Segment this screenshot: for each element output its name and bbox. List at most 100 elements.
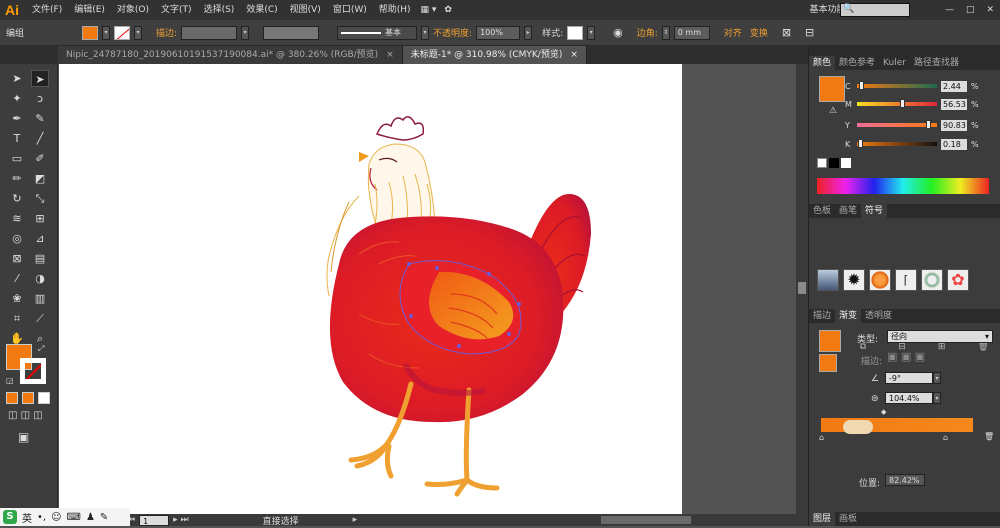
tab-artboards[interactable]: 画板 <box>835 512 861 526</box>
eraser-icon[interactable]: ◩ <box>31 170 49 187</box>
cyan-slider[interactable]: C 2.44 % <box>845 80 995 92</box>
corner-field[interactable]: 0 mm <box>673 25 710 40</box>
opacity-label[interactable]: 不透明度: <box>433 26 472 39</box>
gradient-preview-swatch[interactable] <box>819 354 837 372</box>
bottom-bar[interactable]: ⏮ 1 ▸ ⏭ 直接选择 ▸ <box>59 514 808 527</box>
tab-gradient[interactable]: 渐变 <box>835 309 862 323</box>
maximize-button[interactable]: □ <box>960 0 981 20</box>
gradient-midpoint-icon[interactable]: ◆ <box>881 408 886 416</box>
status-arrow-icon[interactable]: ▸ <box>353 515 358 525</box>
symbol-flower[interactable]: ✿ <box>947 269 969 291</box>
artboard-tool-icon[interactable]: ⌗ <box>8 310 26 327</box>
swap-colors-icon[interactable]: ⤢ <box>38 344 44 354</box>
position-field[interactable]: 82.42% <box>885 474 925 486</box>
stroke-label[interactable]: 描边: <box>156 26 177 39</box>
horizontal-scroll-thumb[interactable] <box>601 516 692 524</box>
variable-width-field[interactable] <box>263 25 320 40</box>
tab-kuler[interactable]: Kuler <box>879 56 910 70</box>
tab-layers[interactable]: 图层 <box>809 512 836 526</box>
slice-tool-icon[interactable]: ⟋ <box>31 310 49 327</box>
shape-builder-icon[interactable]: ◎ <box>8 230 26 247</box>
tab-transparency[interactable]: 透明度 <box>861 309 896 323</box>
menu-type[interactable]: 文字(T) <box>155 0 198 20</box>
none-mode-button[interactable] <box>38 392 50 404</box>
tab-document-2[interactable]: 未标题-1* @ 310.98% (CMYK/预览) × <box>402 46 587 64</box>
out-of-gamut-icon[interactable]: ⚠ <box>829 106 837 116</box>
angle-field[interactable]: -9° <box>885 372 933 384</box>
color-spectrum[interactable] <box>817 178 989 194</box>
paintbrush-icon[interactable]: ✐ <box>31 150 49 167</box>
symbol-orange-circle[interactable] <box>869 269 891 291</box>
cyan-slider-handle[interactable] <box>859 81 865 90</box>
symbol-splat[interactable]: ✹ <box>843 269 865 291</box>
fill-dropdown[interactable]: ▾ <box>102 25 110 40</box>
punctuation-icon[interactable]: •, <box>37 512 46 523</box>
tools-icon[interactable]: ✎ <box>100 512 108 523</box>
tab-document-1[interactable]: Nipic_24787180_20190610191537190084.ai* … <box>58 46 403 64</box>
pencil-icon[interactable]: ✏ <box>8 170 26 187</box>
lasso-icon[interactable]: ↄ <box>31 90 49 107</box>
gradient-stop-right[interactable]: ⌂ <box>943 433 948 442</box>
gradient-type-select[interactable]: 径向 ▾ <box>887 330 993 343</box>
bridge-icon[interactable]: ▦ ▾ <box>417 0 441 20</box>
vertical-scrollbar[interactable] <box>796 64 808 514</box>
stroke-swatch[interactable] <box>114 25 130 40</box>
blend-icon[interactable]: ◑ <box>31 270 49 287</box>
stroke-weight-dropdown[interactable]: ▾ <box>241 25 250 40</box>
line-tool-icon[interactable]: ╱ <box>31 130 49 147</box>
screen-mode-icon[interactable]: ▣ <box>18 430 29 444</box>
magenta-slider-handle[interactable] <box>900 99 906 108</box>
gradient-fill-swatch[interactable] <box>819 330 841 352</box>
selection-tool-icon[interactable]: ➤ <box>8 70 26 87</box>
menu-effect[interactable]: 效果(C) <box>240 0 283 20</box>
ime-lang[interactable]: 英 <box>22 510 32 525</box>
tab-stroke[interactable]: 描边 <box>809 309 835 323</box>
symbol-ring[interactable] <box>921 269 943 291</box>
corner-label[interactable]: 边角: <box>637 26 658 39</box>
opacity-field[interactable]: 100% <box>476 25 521 40</box>
black-slider-handle[interactable] <box>857 139 863 148</box>
tab-pathfinder[interactable]: 路径查找器 <box>910 56 963 70</box>
black-value[interactable]: 0.18 <box>941 138 967 150</box>
close-tab-icon[interactable]: × <box>570 46 578 64</box>
ime-logo[interactable]: S <box>3 510 17 524</box>
menu-select[interactable]: 选择(S) <box>198 0 241 20</box>
stroke-dropdown[interactable]: ▾ <box>134 25 142 40</box>
direct-selection-tool-icon[interactable]: ➤ <box>31 70 49 87</box>
magic-wand-icon[interactable]: ✦ <box>8 90 26 107</box>
rotate-icon[interactable]: ↻ <box>8 190 26 207</box>
menu-file[interactable]: 文件(F) <box>26 0 68 20</box>
magenta-slider[interactable]: M 56.53 % <box>845 98 995 110</box>
style-dropdown[interactable]: ▾ <box>587 25 596 40</box>
menu-edit[interactable]: 编辑(E) <box>68 0 111 20</box>
symbol-blue-bar[interactable] <box>817 269 839 291</box>
menu-help[interactable]: 帮助(H) <box>373 0 417 20</box>
color-fill-swatch[interactable] <box>819 76 845 102</box>
tab-color-guide[interactable]: 颜色参考 <box>835 56 879 70</box>
opacity-dropdown[interactable]: ▸ <box>524 25 533 40</box>
tab-color[interactable]: 颜色 <box>809 56 836 70</box>
search-input[interactable]: 🔍 <box>840 3 910 17</box>
sync-icon[interactable]: ✿ <box>440 0 456 20</box>
stroke-preset-field[interactable]: 基本 <box>337 25 418 40</box>
recolor-icon[interactable]: ◉ <box>613 26 623 39</box>
symbol-bracket[interactable]: ⌈ <box>895 269 917 291</box>
rectangle-tool-icon[interactable]: ▭ <box>8 150 26 167</box>
align-link[interactable]: 对齐 <box>724 26 742 39</box>
stroke-color-box[interactable] <box>20 358 46 384</box>
menu-icon[interactable]: ⊟ <box>805 26 814 39</box>
tab-swatches[interactable]: 色板 <box>809 204 835 218</box>
canvas[interactable] <box>59 64 796 514</box>
delete-stop-icon[interactable]: 🗑 <box>984 432 994 441</box>
vertical-scroll-thumb[interactable] <box>798 282 806 294</box>
draw-mode-icon[interactable]: ◫ ◫ ◫ <box>8 410 43 421</box>
symbol-sprayer-icon[interactable]: ❀ <box>8 290 26 307</box>
yellow-slider-handle[interactable] <box>926 120 932 129</box>
aspect-ratio-dropdown[interactable]: ▾ <box>933 392 941 404</box>
angle-dropdown[interactable]: ▾ <box>933 372 941 384</box>
gradient-stop-left[interactable]: ⌂ <box>819 433 824 442</box>
perspective-grid-icon[interactable]: ⊿ <box>31 230 49 247</box>
keyboard-icon[interactable]: ⌨ <box>67 512 81 523</box>
tab-symbols[interactable]: 符号 <box>861 204 888 218</box>
close-button[interactable]: ✕ <box>980 0 1000 20</box>
